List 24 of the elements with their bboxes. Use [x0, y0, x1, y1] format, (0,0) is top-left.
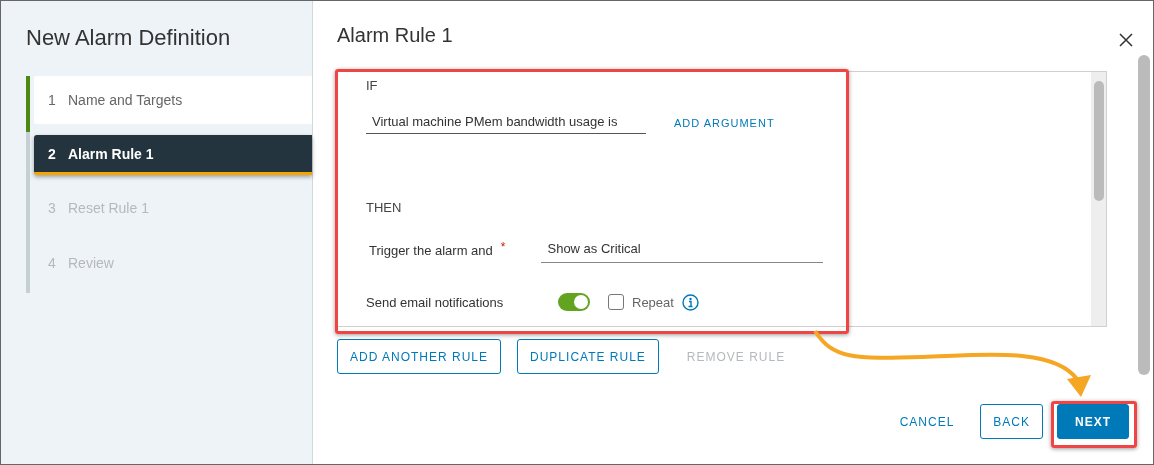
condition-field[interactable]: Virtual machine PMem bandwidth usage is — [366, 111, 646, 134]
then-label: THEN — [366, 200, 403, 215]
footer-button[interactable]: NEXT — [1057, 404, 1129, 439]
info-icon[interactable] — [681, 293, 699, 311]
repeat-label: Repeat — [632, 294, 674, 310]
wizard-step[interactable]: 2 Alarm Rule 1 — [34, 135, 312, 175]
required-icon: * — [500, 240, 506, 254]
close-icon[interactable] — [1119, 33, 1133, 47]
footer-button[interactable]: CANCEL — [887, 404, 967, 439]
footer-button[interactable]: BACK — [980, 404, 1043, 439]
wizard-step[interactable]: 1 Name and Targets — [34, 76, 312, 124]
email-label: Send email notifications — [366, 294, 505, 310]
wizard-title: New Alarm Definition — [26, 25, 232, 51]
trigger-label: Trigger the alarm and — [369, 242, 493, 258]
severity-select[interactable]: Show as Critical — [541, 237, 824, 263]
dialog-title: Alarm Rule 1 — [337, 23, 453, 47]
scrollbar[interactable] — [1137, 55, 1151, 375]
rule-button[interactable]: DUPLICATE RULE — [517, 339, 659, 374]
email-toggle[interactable] — [558, 293, 590, 311]
scrollbar[interactable] — [1091, 72, 1106, 326]
if-label: IF — [366, 78, 379, 93]
repeat-checkbox[interactable] — [608, 294, 624, 310]
rule-button[interactable]: ADD ANOTHER RULE — [337, 339, 502, 374]
add-argument-link[interactable]: ADD ARGUMENT — [674, 116, 775, 129]
